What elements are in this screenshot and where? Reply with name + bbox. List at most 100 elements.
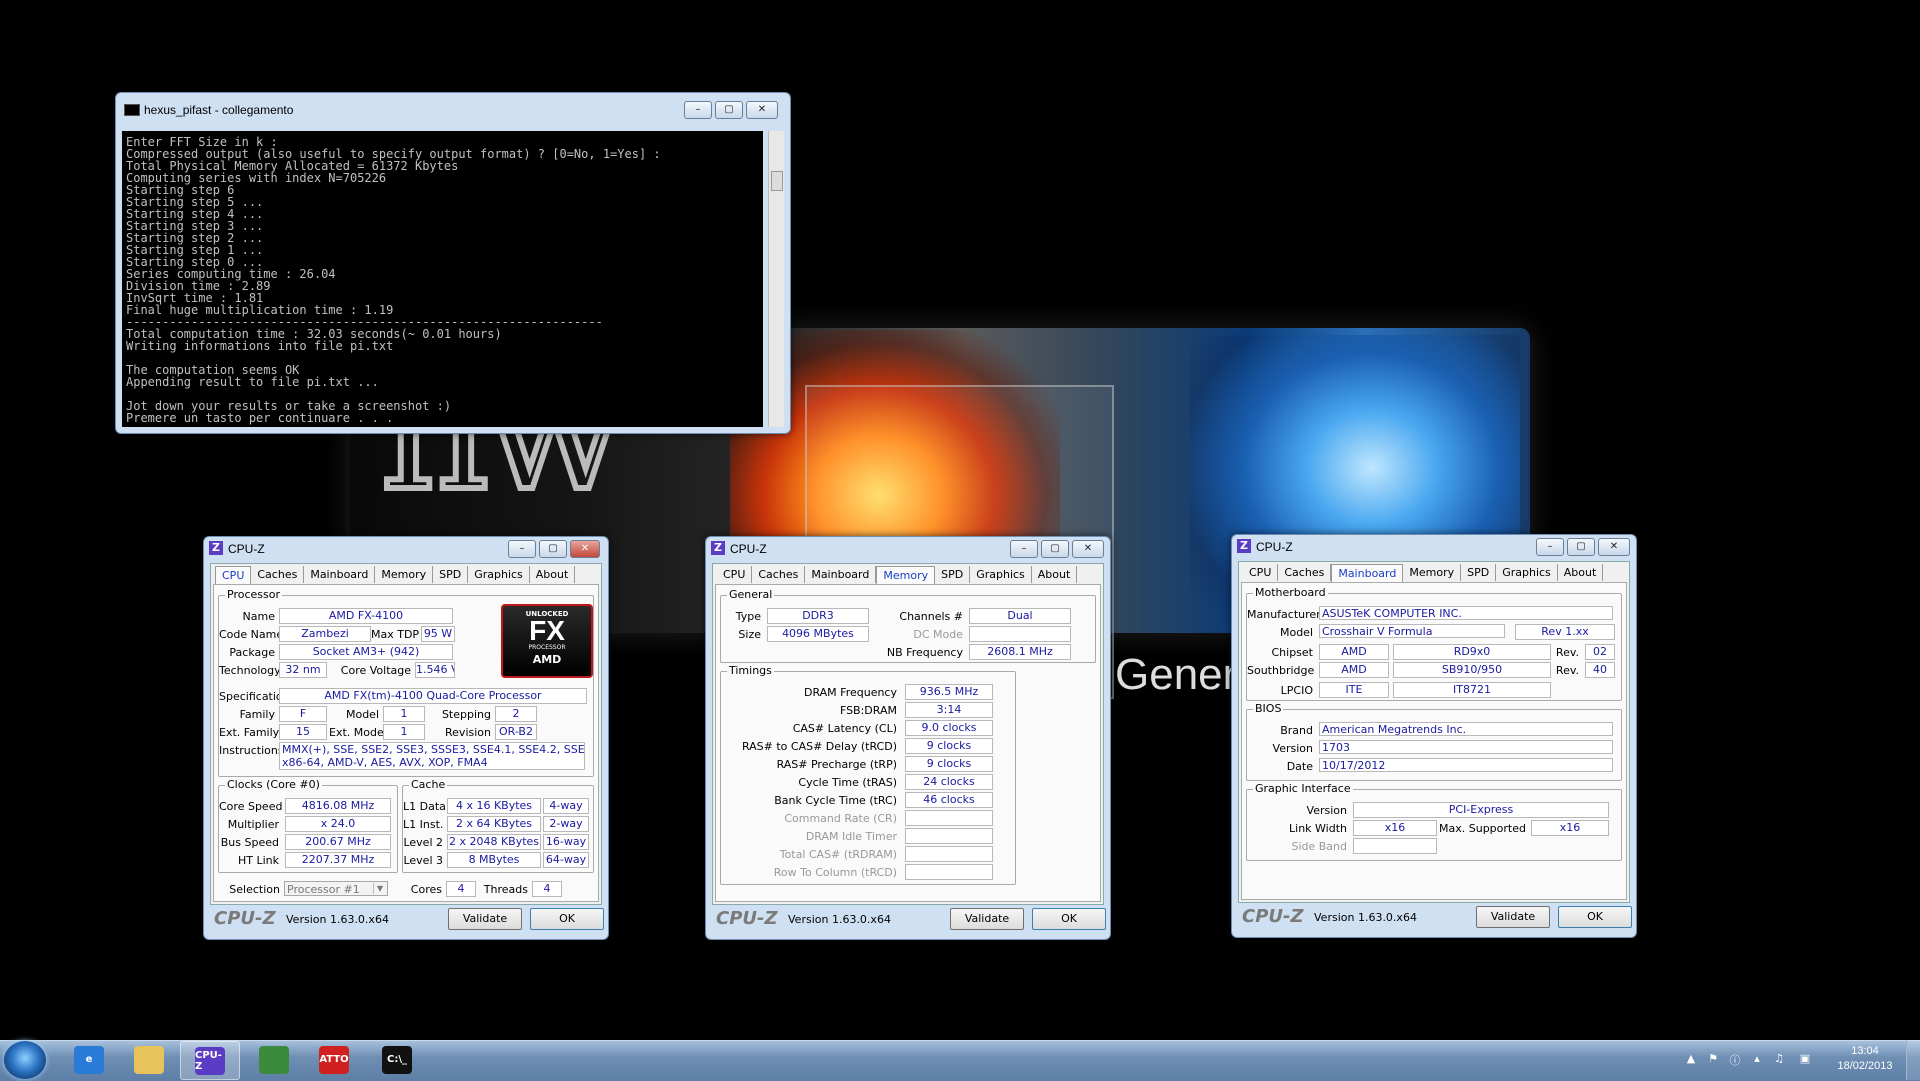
- chevron-down-icon: ▼: [373, 883, 386, 894]
- cpuz-window-mainboard[interactable]: Z CPU-Z – ▢ ✕ CPU Caches Mainboard Memor…: [1231, 534, 1637, 938]
- close-button[interactable]: ✕: [1072, 540, 1104, 558]
- minimize-button[interactable]: –: [1536, 538, 1564, 556]
- tab-spd[interactable]: SPD: [433, 566, 469, 583]
- minimize-button[interactable]: –: [684, 101, 712, 119]
- processor-select[interactable]: Processor #1 ▼: [284, 881, 388, 896]
- tab-memory[interactable]: Memory: [375, 566, 434, 583]
- tab-memory[interactable]: Memory: [876, 566, 936, 584]
- cpuz-footer-logo: CPU-Z: [1242, 906, 1304, 927]
- processor-group: Processor Name AMD FX-4100 Code Name Zam…: [218, 588, 594, 777]
- tray-flag-icon[interactable]: ⚑: [1706, 1052, 1720, 1066]
- validate-button[interactable]: Validate: [1476, 906, 1550, 928]
- tray-signal-icon[interactable]: ▴: [1750, 1052, 1764, 1066]
- cores-label: Cores: [410, 883, 442, 896]
- console-window[interactable]: hexus_pifast - collegamento – ▢ ✕ Enter …: [115, 92, 791, 434]
- nbfrequency-label: NB Frequency: [886, 646, 963, 659]
- tab-caches[interactable]: Caches: [752, 566, 806, 583]
- taskbar-app-gpu-tool[interactable]: [245, 1041, 303, 1078]
- tab-bar: CPU Caches Mainboard Memory SPD Graphics…: [717, 566, 1078, 584]
- validate-button[interactable]: Validate: [950, 908, 1024, 930]
- close-button[interactable]: ✕: [1598, 538, 1630, 556]
- channels-label: Channels #: [899, 610, 963, 623]
- ok-button[interactable]: OK: [1032, 908, 1106, 930]
- group-label: Motherboard: [1253, 586, 1328, 599]
- cpuz-window-memory[interactable]: Z CPU-Z – ▢ ✕ CPU Caches Mainboard Memor…: [705, 536, 1111, 940]
- cpuz-window-cpu[interactable]: Z CPU-Z – ▢ ✕ CPU Caches Mainboard Memor…: [203, 536, 609, 940]
- cpuz-app-icon: Z: [209, 541, 223, 555]
- tab-graphics[interactable]: Graphics: [468, 566, 530, 583]
- tab-cpu[interactable]: CPU: [717, 566, 753, 583]
- tab-mainboard[interactable]: Mainboard: [304, 566, 376, 583]
- tab-about[interactable]: About: [1032, 566, 1078, 583]
- cpuz-footer-logo: CPU-Z: [716, 908, 778, 929]
- network-icon[interactable]: ▲: [1684, 1052, 1698, 1066]
- taskbar-clock[interactable]: 13:04 18/02/2013: [1830, 1044, 1900, 1074]
- taskbar-app-cmd[interactable]: C:\_: [368, 1041, 426, 1078]
- chipset-rev-value: 02: [1585, 644, 1615, 660]
- tray-info-icon[interactable]: ⓘ: [1728, 1052, 1742, 1067]
- minimize-button[interactable]: –: [1010, 540, 1038, 558]
- start-button[interactable]: [4, 1041, 46, 1079]
- tab-memory[interactable]: Memory: [1403, 564, 1462, 581]
- taskbar-app-cpu-z[interactable]: CPU-Z: [180, 1041, 240, 1080]
- clock-time: 13:04: [1851, 1045, 1879, 1057]
- show-desktop-button[interactable]: [1906, 1040, 1920, 1080]
- tab-cpu[interactable]: CPU: [1243, 564, 1279, 581]
- tab-about[interactable]: About: [530, 566, 576, 583]
- tab-cpu[interactable]: CPU: [215, 566, 252, 584]
- tab-caches[interactable]: Caches: [251, 566, 305, 583]
- timing-value: [905, 864, 993, 880]
- southbridge-value: SB910/950: [1393, 662, 1551, 678]
- codename-label: Code Name: [219, 628, 284, 641]
- corevoltage-label: Core Voltage: [340, 664, 411, 677]
- selection-label: Selection: [229, 883, 280, 896]
- group-label: Graphic Interface: [1253, 782, 1353, 795]
- minimize-button[interactable]: –: [508, 540, 536, 558]
- taskbar-app-file-explorer[interactable]: [120, 1041, 178, 1078]
- cpu-z-icon: CPU-Z: [195, 1046, 225, 1075]
- cpuz-app-icon: Z: [1237, 539, 1251, 553]
- close-button[interactable]: ✕: [570, 540, 600, 558]
- maximize-button[interactable]: ▢: [1567, 538, 1595, 556]
- maximize-button[interactable]: ▢: [1041, 540, 1069, 558]
- validate-button[interactable]: Validate: [448, 908, 522, 930]
- volume-icon[interactable]: ♫: [1772, 1052, 1786, 1066]
- ok-button[interactable]: OK: [530, 908, 604, 930]
- atto-icon: ATTO: [319, 1045, 349, 1074]
- tab-graphics[interactable]: Graphics: [1496, 564, 1558, 581]
- tab-spd[interactable]: SPD: [935, 566, 971, 583]
- console-scrollbar[interactable]: [768, 131, 784, 427]
- timing-label: FSB:DRAM: [839, 704, 897, 717]
- tab-caches[interactable]: Caches: [1278, 564, 1332, 581]
- taskbar-app-internet-explorer[interactable]: e: [60, 1041, 118, 1078]
- maximize-button[interactable]: ▢: [715, 101, 743, 119]
- ok-button[interactable]: OK: [1558, 906, 1632, 928]
- taskbar-app-atto[interactable]: ATTO: [305, 1041, 363, 1078]
- version-text: Version 1.63.0.x64: [1314, 911, 1417, 924]
- close-button[interactable]: ✕: [746, 101, 778, 119]
- scrollbar-thumb[interactable]: [771, 171, 783, 191]
- clocks-group: Clocks (Core #0) Core Speed 4816.08 MHz …: [218, 778, 398, 873]
- tab-spd[interactable]: SPD: [1461, 564, 1497, 581]
- timing-value: 46 clocks: [905, 792, 993, 808]
- chipset-value: RD9x0: [1393, 644, 1551, 660]
- cpuz-footer-logo: CPU-Z: [214, 908, 276, 929]
- tray-display-icon[interactable]: ▣: [1798, 1052, 1812, 1066]
- maximize-button[interactable]: ▢: [539, 540, 567, 558]
- level3-way: 64-way: [543, 852, 589, 868]
- tab-graphics[interactable]: Graphics: [970, 566, 1032, 583]
- cpuz-app-icon: Z: [711, 541, 725, 555]
- instructions-label: Instructions: [219, 744, 284, 757]
- bios-version-value: 1703: [1319, 740, 1613, 754]
- extmodel-value: 1: [383, 724, 425, 740]
- gpu-tool-icon: [259, 1045, 289, 1074]
- tab-mainboard[interactable]: Mainboard: [1331, 564, 1404, 582]
- group-label: General: [727, 588, 775, 601]
- internet-explorer-icon: e: [74, 1045, 104, 1074]
- maxtdp-label: Max TDP: [371, 628, 420, 641]
- tab-mainboard[interactable]: Mainboard: [805, 566, 877, 583]
- tab-about[interactable]: About: [1558, 564, 1604, 581]
- version-text: Version 1.63.0.x64: [788, 913, 891, 926]
- southbridge-label: Southbridge: [1247, 664, 1315, 677]
- stepping-value: 2: [495, 706, 537, 722]
